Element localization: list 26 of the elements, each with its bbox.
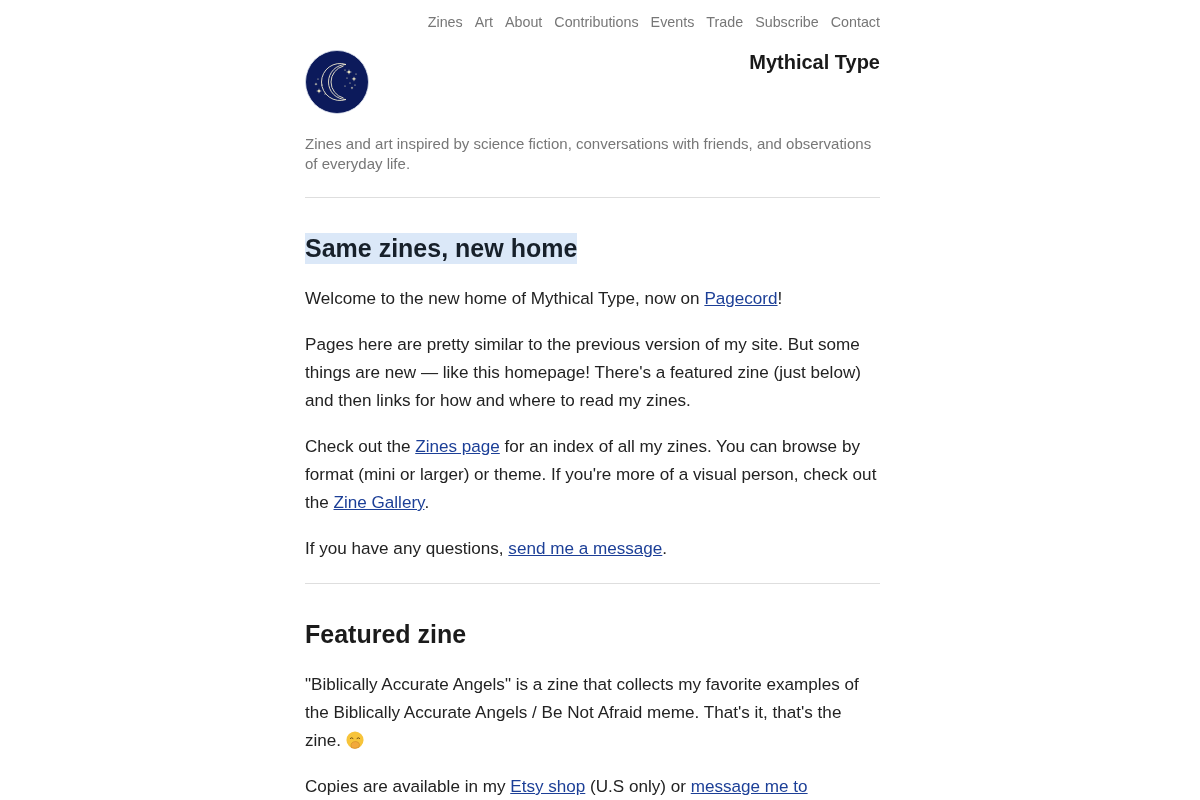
section-heading: Same zines, new home bbox=[305, 233, 578, 264]
site-tagline: Zines and art inspired by science fiction, conversations with friends, and observations of everyday life. bbox=[305, 134, 873, 174]
paragraph: If you have any questions, send me a message. bbox=[305, 538, 669, 560]
nav-link[interactable]: Art bbox=[474, 12, 493, 32]
paragraph: "Biblically Accurate Angels" is a zine that collects my favorite examples of the Biblically Accurate Angels / Be Not Afraid meme. That's it, that's the zine. bbox=[305, 674, 860, 752]
crescent-moon-logo bbox=[305, 50, 369, 114]
nav-link[interactable]: Events bbox=[650, 12, 695, 32]
nav-link[interactable]: Contact bbox=[830, 12, 880, 32]
nav-link[interactable]: Contributions bbox=[554, 12, 639, 32]
inline-link[interactable]: message me to bbox=[690, 777, 808, 796]
paragraph: Copies are available in my Etsy shop (U.S only) or message me to bbox=[305, 776, 809, 798]
inline-link[interactable]: send me a message bbox=[508, 539, 663, 558]
nav-link[interactable]: Trade bbox=[706, 12, 744, 32]
inline-link[interactable]: Etsy shop bbox=[510, 777, 586, 796]
section-heading: Featured zine bbox=[305, 619, 467, 650]
inline-link[interactable]: Zine Gallery bbox=[333, 493, 425, 512]
nav-link[interactable]: Subscribe bbox=[755, 12, 819, 32]
nav-link[interactable]: Zines bbox=[427, 12, 463, 32]
paragraph: Welcome to the new home of Mythical Type, now on Pagecord! bbox=[305, 288, 784, 310]
inline-link[interactable]: Zines page bbox=[415, 437, 500, 456]
inline-link[interactable]: Pagecord bbox=[704, 289, 778, 308]
nav-link[interactable]: About bbox=[504, 12, 543, 32]
paragraph: Check out the Zines page for an index of all my zines. You can browse by format (mini or larger) or theme. If you're more of a visual person, check out the Zine Gallery. bbox=[305, 436, 878, 514]
site-title: Mythical Type bbox=[749, 50, 880, 74]
paragraph: Pages here are pretty similar to the previous version of my site. But some things are new — like this homepage! There's a featured zine (just below) and then links for how and where to read my zines. bbox=[305, 334, 862, 412]
face-with-hand-over-mouth-icon bbox=[345, 731, 364, 749]
